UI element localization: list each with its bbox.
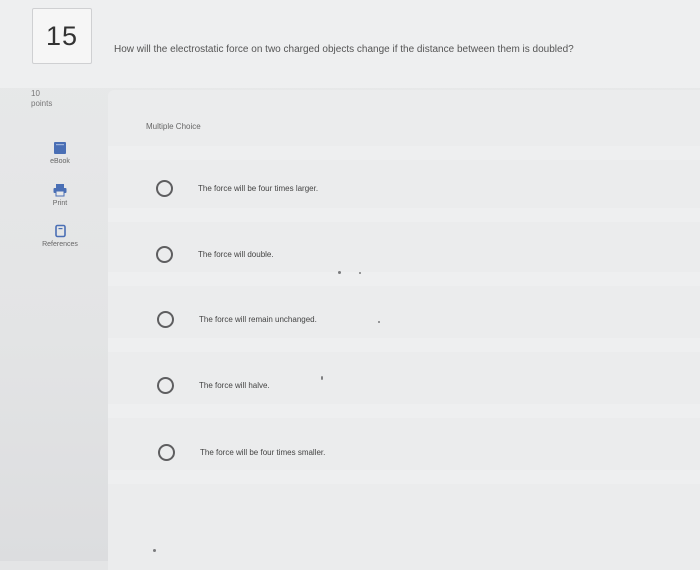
screen-speck — [153, 549, 156, 552]
option-label: The force will double. — [198, 250, 274, 259]
references-button[interactable]: References — [30, 224, 90, 248]
radio-button[interactable] — [156, 246, 173, 263]
print-button[interactable]: Print — [30, 183, 90, 207]
radio-button[interactable] — [157, 377, 174, 394]
question-number-box: 15 — [32, 8, 92, 64]
option-label: The force will halve. — [199, 381, 270, 390]
ebook-button[interactable]: eBook — [30, 141, 90, 165]
question-number: 15 — [45, 20, 79, 51]
question-type-label: Multiple Choice — [146, 122, 201, 131]
radio-button[interactable] — [157, 311, 174, 328]
row-divider — [108, 404, 700, 418]
points-number: 10 — [31, 89, 40, 98]
references-icon — [55, 224, 66, 238]
screen-speck — [338, 271, 341, 274]
answer-option[interactable]: The force will be four times larger. — [156, 180, 318, 197]
answer-option[interactable]: The force will halve. — [157, 377, 270, 394]
printer-icon — [53, 184, 67, 197]
answer-panel — [108, 90, 700, 570]
radio-button[interactable] — [156, 180, 173, 197]
option-label: The force will remain unchanged. — [199, 315, 317, 324]
screen-speck — [378, 321, 380, 323]
answer-option[interactable]: The force will be four times smaller. — [158, 444, 325, 461]
radio-button[interactable] — [158, 444, 175, 461]
ebook-label: eBook — [50, 158, 70, 165]
points-label: points — [31, 99, 53, 108]
print-label: Print — [52, 200, 68, 207]
row-divider — [108, 272, 700, 286]
screen-speck — [359, 272, 361, 274]
option-label: The force will be four times larger. — [198, 184, 319, 193]
screen-speck — [321, 376, 323, 380]
references-label: References — [42, 241, 78, 248]
answer-option[interactable]: The force will double. — [156, 246, 274, 263]
row-divider — [108, 470, 700, 484]
row-divider — [108, 208, 700, 222]
row-divider — [108, 338, 700, 352]
answer-option[interactable]: The force will remain unchanged. — [157, 311, 317, 328]
book-icon — [54, 142, 66, 154]
option-label: The force will be four times smaller. — [200, 448, 326, 457]
question-prompt: How will the electrostatic force on two … — [114, 44, 574, 55]
row-divider — [108, 146, 700, 160]
points-value-block: 10 points — [31, 89, 52, 109]
